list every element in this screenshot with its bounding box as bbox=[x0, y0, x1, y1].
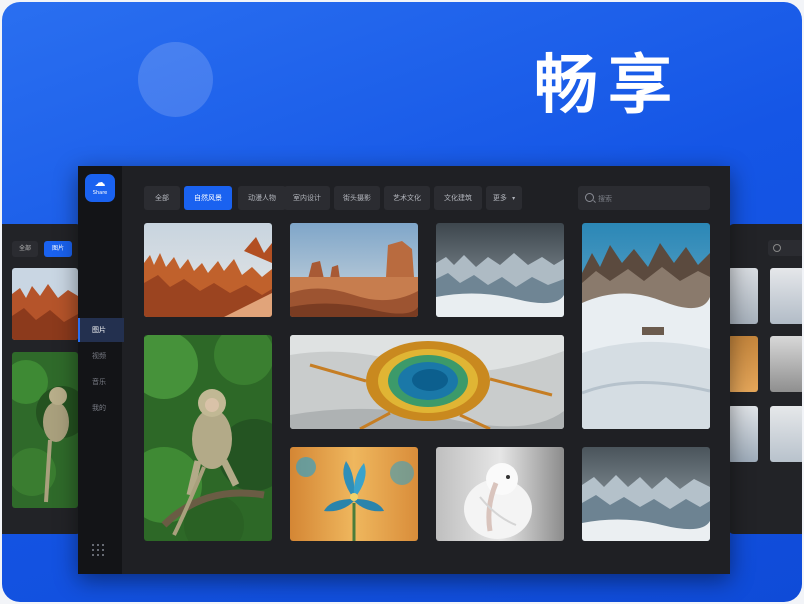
tab-nature[interactable]: 自然风景 bbox=[184, 186, 232, 210]
photo-ice-glacier[interactable] bbox=[436, 223, 564, 317]
chevron-down-icon: ▾ bbox=[512, 195, 516, 202]
promo-banner: 畅享 全部 图片 ☁ Share 图片 视频 音乐 我的 全部 自然风景 动漫人… bbox=[2, 2, 802, 602]
sidebar-item-videos[interactable]: 视频 bbox=[78, 344, 122, 368]
logo-text: Share bbox=[92, 190, 108, 196]
photo-desert-buttes[interactable] bbox=[290, 223, 418, 317]
ghost-tab-all: 全部 bbox=[12, 241, 38, 257]
tab-more-label: 更多 bbox=[492, 194, 507, 202]
tab-more[interactable]: 更多 ▾ bbox=[486, 186, 522, 210]
app-logo[interactable]: ☁ Share bbox=[85, 174, 115, 202]
sidebar: ☁ Share 图片 视频 音乐 我的 bbox=[78, 166, 124, 574]
ghost-window-right bbox=[728, 224, 802, 534]
sidebar-item-music[interactable]: 音乐 bbox=[78, 370, 122, 394]
tab-interior[interactable]: 室内设计 bbox=[284, 186, 330, 210]
ghost-photo-1 bbox=[728, 268, 758, 324]
apps-grid-icon[interactable] bbox=[92, 544, 104, 556]
photo-hot-spring-aerial[interactable] bbox=[290, 335, 564, 429]
decorative-circle bbox=[138, 42, 213, 117]
search-icon bbox=[585, 193, 594, 202]
sidebar-item-mine[interactable]: 我的 bbox=[78, 396, 122, 420]
headline: 畅享 bbox=[534, 49, 682, 123]
photo-canyon-hoodoos[interactable] bbox=[144, 223, 272, 317]
search-input[interactable] bbox=[596, 190, 704, 208]
app-window: ☁ Share 图片 视频 音乐 我的 全部 自然风景 动漫人物 室内设计 街头… bbox=[78, 166, 730, 574]
ghost-window-left: 全部 图片 bbox=[2, 224, 82, 534]
tab-art[interactable]: 艺术文化 bbox=[384, 186, 430, 210]
sidebar-item-photos[interactable]: 图片 bbox=[78, 318, 124, 342]
ghost-photo-4 bbox=[770, 336, 802, 392]
ghost-tab-photo: 图片 bbox=[44, 241, 72, 257]
ghost-search-box bbox=[768, 240, 802, 256]
photo-snowy-peaks[interactable] bbox=[582, 223, 710, 429]
photo-monkey-tree[interactable] bbox=[144, 335, 272, 541]
photo-blue-iris-flower[interactable] bbox=[290, 447, 418, 541]
ghost-photo-canyon bbox=[12, 268, 78, 340]
photo-ice-glacier-2[interactable] bbox=[582, 447, 710, 541]
cloud-icon: ☁ bbox=[94, 176, 106, 189]
ghost-photo-5 bbox=[728, 406, 758, 462]
ghost-photo-6 bbox=[770, 406, 802, 462]
ghost-photo-2 bbox=[770, 268, 802, 324]
tab-street[interactable]: 街头摄影 bbox=[334, 186, 380, 210]
ghost-photo-monkey bbox=[12, 352, 78, 508]
search-box[interactable] bbox=[578, 186, 710, 210]
tab-all[interactable]: 全部 bbox=[144, 186, 180, 210]
photo-white-bird[interactable] bbox=[436, 447, 564, 541]
ghost-search-icon bbox=[773, 244, 781, 252]
ghost-photo-3 bbox=[728, 336, 758, 392]
tab-architecture[interactable]: 文化建筑 bbox=[434, 186, 482, 210]
tab-anime[interactable]: 动漫人物 bbox=[238, 186, 286, 210]
